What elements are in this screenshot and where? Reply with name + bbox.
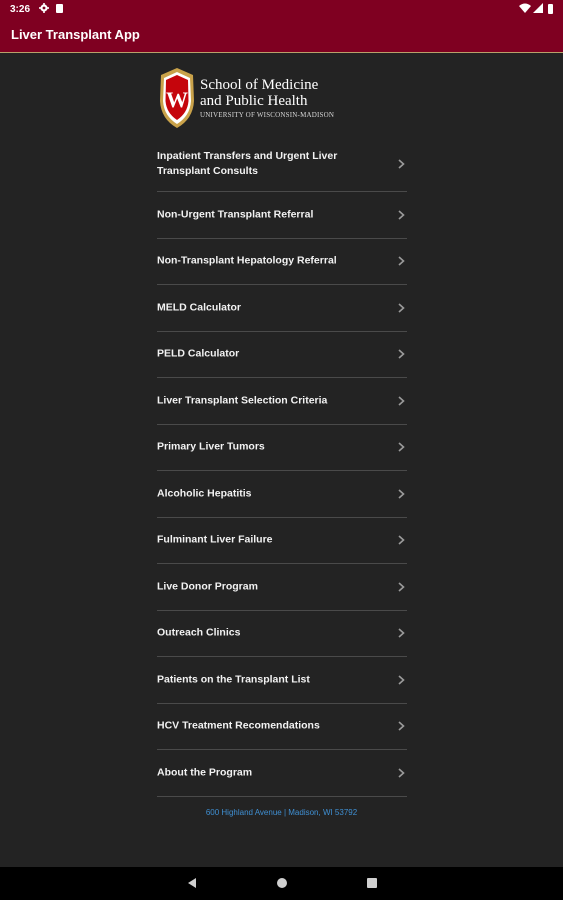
menu-item-label: About the Program (157, 766, 253, 779)
menu-item-meld-calculator[interactable]: MELD Calculator (157, 285, 407, 332)
menu-item-fulminant-liver-failure[interactable]: Fulminant Liver Failure (157, 518, 407, 564)
status-time: 3:26 (10, 4, 31, 15)
menu-item-label: Outreach Clinics (157, 626, 241, 639)
chevron-right-icon (398, 628, 405, 638)
menu-item-label: Primary Liver Tumors (157, 440, 265, 453)
university-name: UNIVERSITY OF WISCONSIN-MADISON (200, 111, 335, 119)
app-title: Liver Transplant App (11, 27, 140, 42)
menu-item-label: HCV Treatment Recomendations (157, 719, 320, 732)
menu-item-non-urgent-referral[interactable]: Non-Urgent Transplant Referral (157, 192, 407, 239)
sd-card-icon (56, 4, 63, 13)
wifi-icon (519, 3, 531, 13)
system-nav-bar (0, 867, 563, 900)
recents-icon[interactable] (366, 877, 378, 889)
main-menu: Inpatient Transfers and Urgent Liver Tra… (157, 136, 407, 797)
menu-item-label: Alcoholic Hepatitis (157, 487, 252, 500)
status-bar: 3:26 (0, 0, 563, 19)
menu-item-label: Patients on the Transplant List (157, 673, 310, 686)
chevron-right-icon (398, 721, 405, 731)
menu-item-label: Non-Urgent Transplant Referral (157, 208, 314, 221)
chevron-right-icon (398, 396, 405, 406)
menu-item-hcv-treatment[interactable]: HCV Treatment Recomendations (157, 704, 407, 750)
chevron-right-icon (398, 489, 405, 499)
chevron-right-icon (398, 158, 405, 169)
app-bar: Liver Transplant App (0, 19, 563, 53)
menu-item-label: PELD Calculator (157, 347, 240, 360)
chevron-right-icon (398, 210, 405, 220)
battery-icon (548, 4, 553, 14)
menu-item-primary-liver-tumors[interactable]: Primary Liver Tumors (157, 425, 407, 471)
home-icon[interactable] (276, 877, 288, 889)
footer-address-link[interactable]: 600 Highland Avenue | Madison, WI 53792 (0, 808, 563, 817)
main-content: W School of Medicine and Public Health U… (0, 53, 563, 867)
school-logo: W School of Medicine and Public Health U… (157, 67, 367, 131)
chevron-right-icon (398, 582, 405, 592)
menu-item-selection-criteria[interactable]: Liver Transplant Selection Criteria (157, 378, 407, 425)
chevron-right-icon (398, 768, 405, 778)
chevron-right-icon (398, 675, 405, 685)
menu-item-label: Live Donor Program (157, 580, 258, 593)
menu-item-label: Liver Transplant Selection Criteria (157, 394, 328, 407)
chevron-right-icon (398, 303, 405, 313)
school-name-line-2: and Public Health (200, 93, 308, 109)
back-icon[interactable] (186, 877, 198, 889)
menu-item-alcoholic-hepatitis[interactable]: Alcoholic Hepatitis (157, 471, 407, 518)
menu-item-outreach-clinics[interactable]: Outreach Clinics (157, 611, 407, 657)
gear-icon (39, 3, 49, 13)
menu-item-label: Inpatient Transfers and Urgent Liver Tra… (157, 149, 338, 177)
menu-item-live-donor-program[interactable]: Live Donor Program (157, 564, 407, 611)
menu-item-label: Fulminant Liver Failure (157, 533, 273, 546)
menu-item-label: Non-Transplant Hepatology Referral (157, 254, 337, 267)
menu-item-about-program[interactable]: About the Program (157, 750, 407, 797)
chevron-right-icon (398, 442, 405, 452)
menu-item-hepatology-referral[interactable]: Non-Transplant Hepatology Referral (157, 239, 407, 285)
chevron-right-icon (398, 349, 405, 359)
signal-icon (533, 3, 543, 13)
chevron-right-icon (398, 256, 405, 266)
uw-crest-icon: W (160, 68, 194, 128)
menu-item-transplant-list-patients[interactable]: Patients on the Transplant List (157, 657, 407, 704)
school-name-line-1: School of Medicine (200, 77, 319, 93)
menu-item-inpatient-transfers[interactable]: Inpatient Transfers and Urgent Liver Tra… (157, 136, 407, 192)
menu-item-label: MELD Calculator (157, 301, 242, 314)
svg-text:W: W (166, 87, 188, 112)
chevron-right-icon (398, 535, 405, 545)
menu-item-peld-calculator[interactable]: PELD Calculator (157, 332, 407, 378)
